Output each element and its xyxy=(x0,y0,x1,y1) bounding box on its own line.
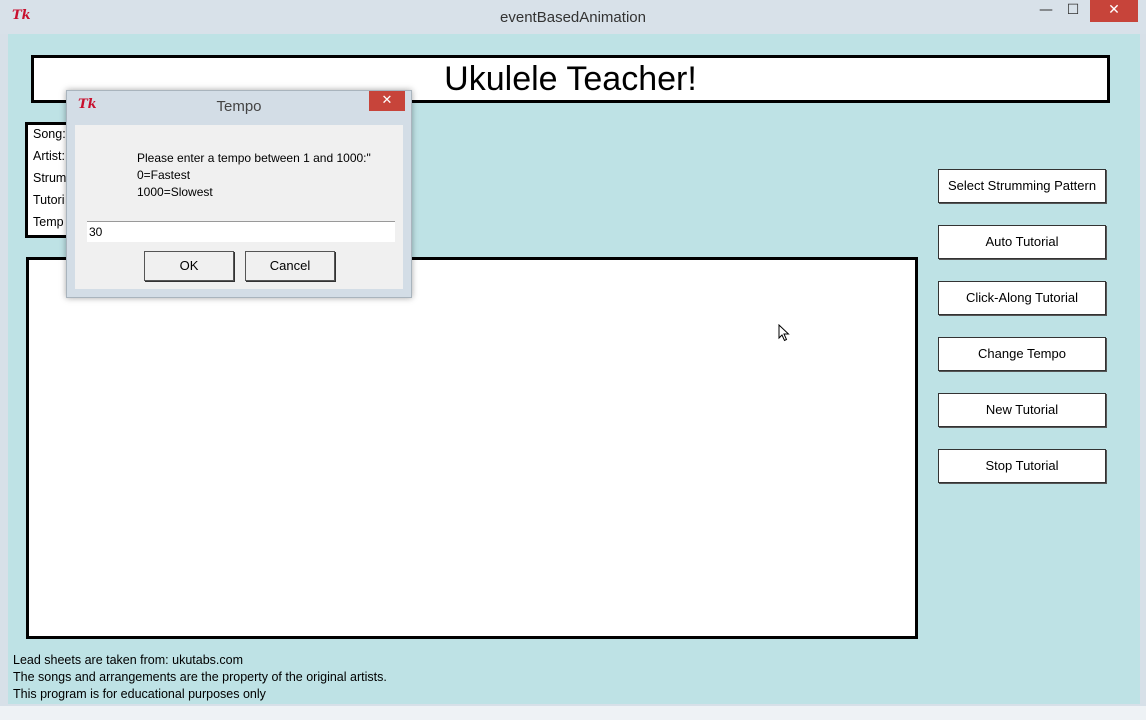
dialog-body: Please enter a tempo between 1 and 1000:… xyxy=(75,125,403,289)
change-tempo-button[interactable]: Change Tempo xyxy=(938,337,1106,371)
artist-label: Artist: xyxy=(33,149,65,163)
maximize-button[interactable]: ☐ xyxy=(1060,0,1086,22)
minimize-button[interactable]: — xyxy=(1032,0,1060,22)
strum-label: Strum xyxy=(33,171,67,185)
auto-tutorial-button[interactable]: Auto Tutorial xyxy=(938,225,1106,259)
app-title: Ukulele Teacher! xyxy=(444,60,697,98)
tutorial-display-area[interactable] xyxy=(26,257,918,639)
footer-copyright-note: The songs and arrangements are the prope… xyxy=(13,670,387,684)
window-title: eventBasedAnimation xyxy=(500,9,646,26)
tempo-dialog: Tk Tempo ✕ Please enter a tempo between … xyxy=(66,90,412,298)
tempo-prompt-text: Please enter a tempo between 1 and 1000:… xyxy=(137,151,371,165)
song-label: Song: xyxy=(33,127,66,141)
dialog-title: Tempo xyxy=(216,98,262,115)
tempo-prompt-fastest: 0=Fastest xyxy=(137,168,191,182)
window-titlebar[interactable]: Tk eventBasedAnimation — ☐ ✕ xyxy=(0,0,1146,34)
app-window: Tk eventBasedAnimation — ☐ ✕ Ukulele Tea… xyxy=(0,0,1146,720)
click-along-tutorial-button[interactable]: Click-Along Tutorial xyxy=(938,281,1106,315)
tempo-prompt-slowest: 1000=Slowest xyxy=(137,185,213,199)
ok-button[interactable]: OK xyxy=(144,251,234,281)
taskbar-strip xyxy=(0,706,1146,720)
tempo-label: Temp xyxy=(33,215,64,229)
mouse-pointer-icon xyxy=(778,324,790,342)
close-button[interactable]: ✕ xyxy=(1090,0,1138,22)
dialog-close-button[interactable]: ✕ xyxy=(369,91,405,111)
tempo-input[interactable] xyxy=(87,221,395,242)
footer-educational-note: This program is for educational purposes… xyxy=(13,687,266,701)
cancel-button[interactable]: Cancel xyxy=(245,251,335,281)
select-strumming-pattern-button[interactable]: Select Strumming Pattern xyxy=(938,169,1106,203)
footer-source-note: Lead sheets are taken from: ukutabs.com xyxy=(13,653,243,667)
stop-tutorial-button[interactable]: Stop Tutorial xyxy=(938,449,1106,483)
tutorial-label: Tutori xyxy=(33,193,65,207)
new-tutorial-button[interactable]: New Tutorial xyxy=(938,393,1106,427)
